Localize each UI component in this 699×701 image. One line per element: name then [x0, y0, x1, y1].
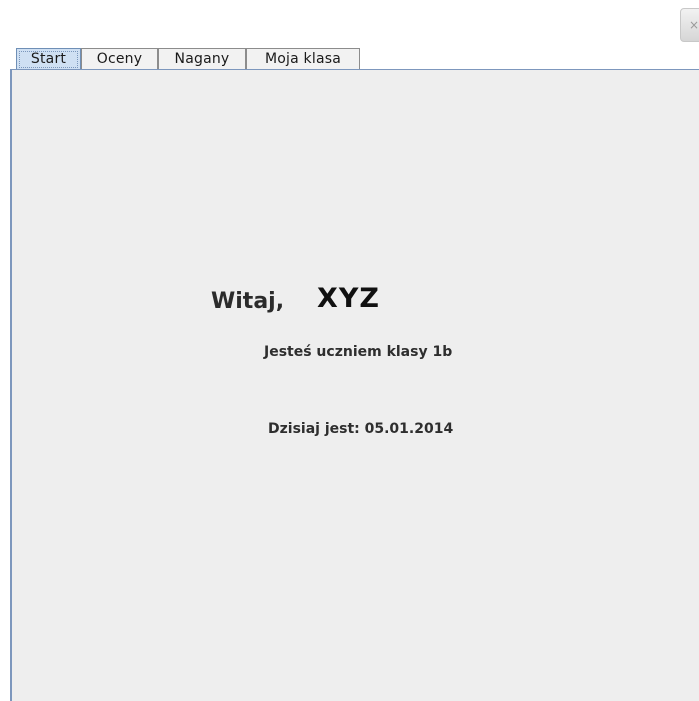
class-info-text: Jesteś uczniem klasy 1b	[264, 344, 453, 360]
tab-oceny[interactable]: Oceny	[81, 48, 158, 69]
greeting-label: Witaj,	[211, 289, 285, 314]
close-window-button[interactable]: ×	[680, 8, 699, 42]
close-icon: ×	[689, 18, 699, 32]
start-panel: Witaj, XYZ Jesteś uczniem klasy 1b Dzisi…	[10, 69, 699, 701]
app-window: × Start Oceny Nagany Moja klasa Witaj, X…	[0, 0, 699, 701]
user-name: XYZ	[317, 283, 380, 314]
tab-label: Oceny	[96, 51, 143, 67]
tab-nagany[interactable]: Nagany	[158, 48, 246, 69]
tab-label: Moja klasa	[264, 51, 341, 67]
tab-label: Start	[30, 51, 67, 67]
tab-moja-klasa[interactable]: Moja klasa	[246, 48, 360, 69]
date-info-text: Dzisiaj jest: 05.01.2014	[268, 421, 454, 437]
tab-label: Nagany	[174, 51, 230, 67]
tab-start[interactable]: Start	[16, 48, 81, 70]
